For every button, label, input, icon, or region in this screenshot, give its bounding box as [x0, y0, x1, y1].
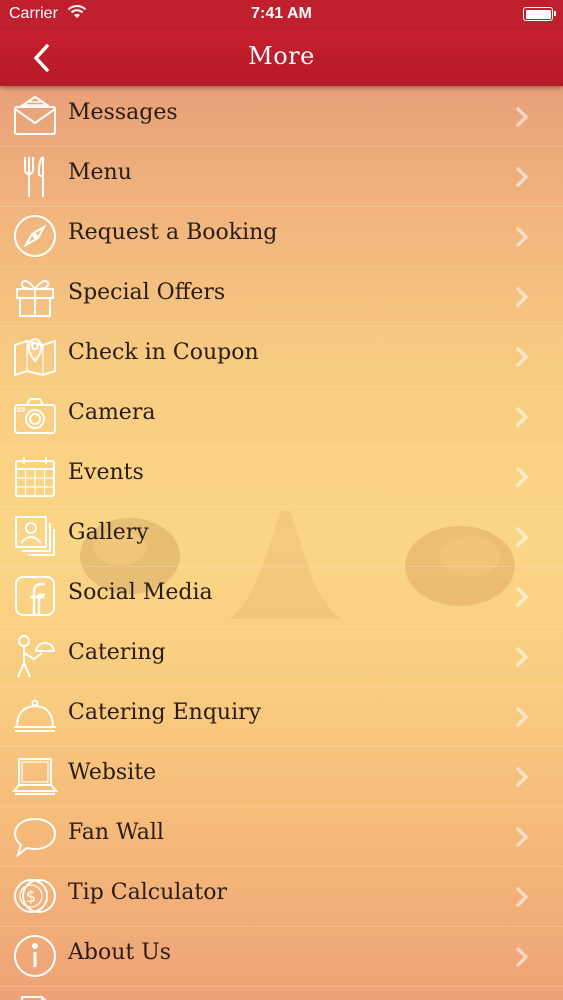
menu-item-label: Gallery: [68, 520, 149, 545]
menu-item-label: Catering Enquiry: [68, 700, 262, 725]
menu-item-label: Tip Calculator: [68, 880, 228, 905]
waiter-icon: [17, 635, 56, 678]
chevron-right-icon: [516, 467, 528, 487]
menu-item-label: Catering: [68, 640, 166, 665]
menu-item[interactable]: Social Media: [0, 566, 563, 627]
fork-knife-icon: [24, 156, 44, 197]
menu-item-label: Check in Coupon: [68, 340, 259, 365]
menu-item[interactable]: Camera: [0, 386, 563, 447]
menu-item[interactable]: [0, 986, 563, 1000]
chevron-right-icon: [516, 227, 528, 247]
menu-item-label: Menu: [68, 160, 132, 185]
chevron-right-icon: [516, 287, 528, 307]
menu-item-label: Social Media: [68, 580, 213, 605]
clock: 7:41 AM: [251, 5, 312, 22]
chevron-right-icon: [516, 827, 528, 847]
gift-icon: [16, 280, 54, 317]
menu-item[interactable]: Catering: [0, 626, 563, 687]
menu-item-label: Fan Wall: [68, 820, 164, 845]
menu-item[interactable]: $ Tip Calculator: [0, 866, 563, 927]
coins-icon: $: [14, 879, 56, 913]
menu-item[interactable]: Menu: [0, 146, 563, 207]
menu-item[interactable]: Messages: [0, 86, 563, 147]
menu-item-label: Camera: [68, 400, 156, 425]
menu-item[interactable]: Gallery: [0, 506, 563, 567]
menu-list[interactable]: Messages Menu Request a Booking Special …: [0, 86, 563, 1000]
menu-item[interactable]: Events: [0, 446, 563, 507]
menu-item[interactable]: Website: [0, 746, 563, 807]
chevron-right-icon: [516, 407, 528, 427]
menu-item-label: Request a Booking: [68, 220, 278, 245]
nav-bar: More: [0, 30, 563, 86]
laptop-icon: [12, 758, 58, 795]
menu-item[interactable]: Special Offers: [0, 266, 563, 327]
chevron-right-icon: [516, 107, 528, 127]
chevron-right-icon: [516, 647, 528, 667]
photos-icon: [15, 516, 55, 556]
menu-item[interactable]: Catering Enquiry: [0, 686, 563, 747]
svg-text:$: $: [26, 887, 36, 906]
chevron-right-icon: [516, 887, 528, 907]
chevron-right-icon: [516, 167, 528, 187]
chevron-right-icon: [516, 587, 528, 607]
chevron-right-icon: [516, 347, 528, 367]
menu-item-label: Messages: [68, 100, 178, 125]
compass-icon: [14, 215, 56, 257]
battery-icon: [523, 7, 556, 21]
menu-item[interactable]: Request a Booking: [0, 206, 563, 267]
envelope-icon: [14, 95, 56, 135]
calendar-icon: [15, 457, 55, 497]
chevron-right-icon: [516, 707, 528, 727]
facebook-icon: [15, 576, 55, 616]
menu-item[interactable]: About Us: [0, 926, 563, 987]
chevron-right-icon: [516, 947, 528, 967]
menu-item[interactable]: Check in Coupon: [0, 326, 563, 387]
menu-item[interactable]: Fan Wall: [0, 806, 563, 867]
speech-bubble-icon: [13, 817, 57, 858]
info-icon: [14, 935, 56, 977]
map-pin-icon: [14, 337, 56, 377]
page-title: More: [248, 42, 315, 70]
menu-item-label: Website: [68, 760, 157, 785]
camera-icon: [14, 398, 56, 434]
status-bar: Carrier 7:41 AM: [0, 0, 563, 30]
menu-item-label: About Us: [68, 940, 172, 965]
menu-item-label: Events: [68, 460, 144, 485]
cloche-icon: [14, 699, 56, 732]
document-icon: [21, 996, 47, 1000]
menu-item-label: Special Offers: [68, 280, 226, 305]
chevron-right-icon: [516, 767, 528, 787]
chevron-right-icon: [516, 527, 528, 547]
